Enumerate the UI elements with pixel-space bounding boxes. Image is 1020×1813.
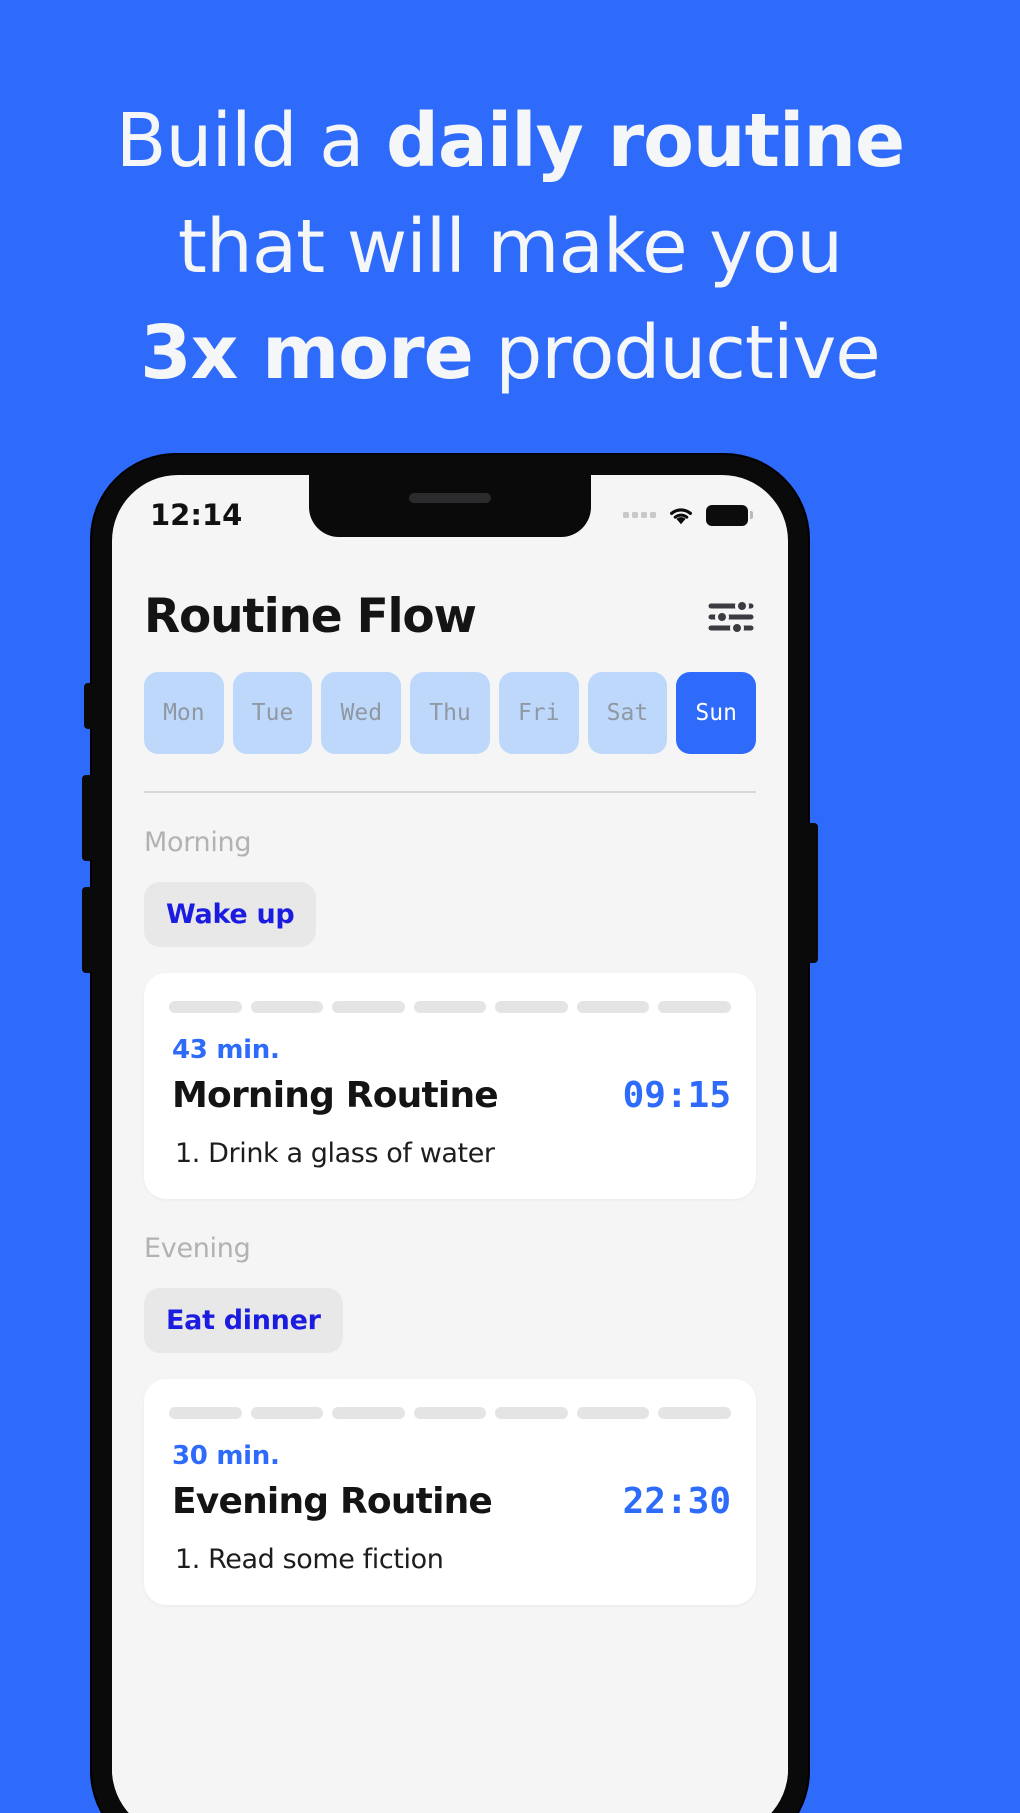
headline-line-3: 3x more productive [0, 300, 1020, 406]
routine-title-morning: Morning Routine [172, 1075, 499, 1116]
routine-main-row-morning: Morning Routine 09:15 [169, 1065, 731, 1116]
phone-mute-switch [84, 683, 94, 729]
progress-segment [658, 1407, 732, 1419]
headline-line-2: that will make you [177, 204, 843, 290]
routine-duration-evening: 30 min. [172, 1441, 280, 1471]
battery-full-icon [706, 504, 753, 526]
page-title: Routine Flow [144, 589, 477, 644]
progress-segment [413, 1407, 487, 1419]
phone-power-button [806, 823, 818, 963]
weekday-chip-wed[interactable]: Wed [321, 672, 402, 754]
progress-segments-evening [169, 1407, 732, 1441]
tag-chip-wake-up[interactable]: Wake up [144, 882, 317, 947]
weekday-chip-sun[interactable]: Sun [676, 672, 757, 754]
progress-segment [169, 1001, 242, 1013]
progress-segments-morning [169, 1001, 732, 1035]
progress-segment [495, 1407, 568, 1419]
weekday-chip-sat[interactable]: Sat [587, 672, 668, 754]
progress-segment [169, 1407, 242, 1419]
weekday-chip-tue[interactable]: Tue [232, 672, 313, 754]
routine-time-evening: 22:30 [622, 1481, 731, 1522]
weekday-chip-fri[interactable]: Fri [498, 672, 579, 754]
headline-line-3-plain: productive [472, 310, 881, 396]
tag-row-morning: Wake up [144, 858, 756, 947]
progress-segment [332, 1001, 405, 1013]
routine-card-morning[interactable]: 43 min. Morning Routine 09:15 1. Drink a… [144, 973, 756, 1199]
routine-time-morning: 09:15 [622, 1075, 731, 1116]
status-bar: 12:14 [112, 475, 788, 549]
progress-segment [576, 1407, 650, 1419]
tag-row-evening: Eat dinner [144, 1264, 756, 1353]
marketing-headline: Build a daily routine that will make you… [0, 88, 1020, 406]
weekday-chip-thu[interactable]: Thu [410, 672, 490, 754]
progress-segment [495, 1001, 568, 1013]
section-label-morning: Morning [144, 827, 252, 858]
routine-step-morning: 1. Drink a glass of water [175, 1138, 495, 1169]
routine-step-evening: 1. Read some fiction [175, 1544, 444, 1575]
section-label-evening: Evening [144, 1233, 251, 1264]
progress-segment [576, 1001, 650, 1013]
progress-segment [332, 1407, 405, 1419]
progress-segment [250, 1001, 324, 1013]
wifi-icon [667, 505, 695, 526]
status-bar-time: 12:14 [150, 498, 243, 532]
weekday-chip-mon[interactable]: Mon [144, 672, 224, 754]
status-bar-indicators [623, 504, 753, 526]
headline-line-1-bold: daily routine [385, 98, 905, 184]
phone-screen: 12:14 Routine Flow Mon Tue Wed Thu Fri S… [112, 475, 788, 1813]
cellular-signal-icon [623, 512, 656, 518]
weekday-selector: Mon Tue Wed Thu Fri Sat Sun [144, 666, 757, 754]
phone-mockup: 12:14 Routine Flow Mon Tue Wed Thu Fri S… [82, 455, 818, 1813]
routine-card-evening[interactable]: 30 min. Evening Routine 22:30 1. Read so… [144, 1379, 756, 1605]
routine-duration-morning: 43 min. [172, 1035, 280, 1065]
progress-segment [413, 1001, 487, 1013]
sliders-icon[interactable] [706, 597, 756, 637]
app-header: Routine Flow [144, 549, 756, 666]
phone-volume-down-button [82, 887, 94, 973]
app-content: Routine Flow Mon Tue Wed Thu Fri Sat Sun… [112, 549, 788, 1813]
tag-chip-eat-dinner[interactable]: Eat dinner [144, 1288, 343, 1353]
routine-title-evening: Evening Routine [172, 1481, 493, 1522]
headline-line-1-plain: Build a [115, 98, 386, 184]
headline-line-3-bold: 3x more [140, 310, 474, 396]
phone-volume-up-button [82, 775, 94, 861]
routine-main-row-evening: Evening Routine 22:30 [169, 1471, 731, 1522]
progress-segment [250, 1407, 324, 1419]
progress-segment [658, 1001, 732, 1013]
headline-line-1: Build a daily routine [0, 88, 1020, 194]
